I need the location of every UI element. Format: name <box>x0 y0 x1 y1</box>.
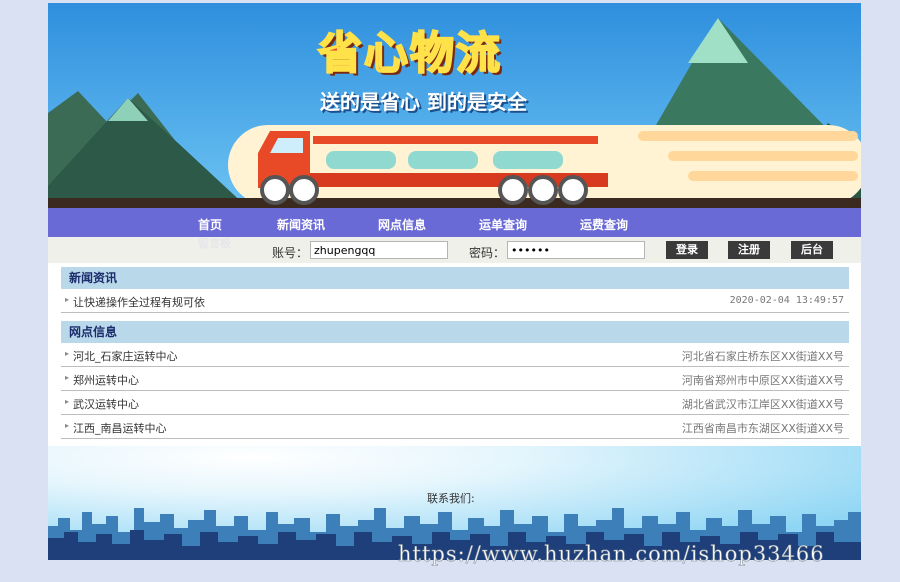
outlet-name[interactable]: 郑州运转中心 <box>73 372 139 388</box>
bullet-icon: ▸ <box>65 295 70 304</box>
outlet-item[interactable]: ▸ 江西_南昌运转中心 江西省南昌市东湖区XX街道XX号 <box>61 415 849 439</box>
page-container: 省心物流 送的是省心 到的是安全 首页 新闻资讯 网点信息 运单查询 运费查询 … <box>48 3 861 560</box>
news-heading: 新闻资讯 <box>61 267 849 289</box>
outlets-section: 网点信息 ▸ 河北_石家庄运转中心 河北省石家庄桥东区XX街道XX号 ▸ 郑州运… <box>61 321 849 439</box>
admin-button[interactable]: 后台 <box>791 241 833 259</box>
outlet-name[interactable]: 武汉运转中心 <box>73 396 139 412</box>
watermark-url: https://www.huzhan.com/ishop33466 <box>398 542 825 567</box>
bullet-icon: ▸ <box>65 349 70 358</box>
contact-label: 联系我们: <box>427 492 475 505</box>
outlet-item[interactable]: ▸ 河北_石家庄运转中心 河北省石家庄桥东区XX街道XX号 <box>61 343 849 367</box>
nav-home[interactable]: 首页 <box>198 216 222 233</box>
bullet-icon: ▸ <box>65 397 70 406</box>
password-label: 密码： <box>469 246 506 260</box>
nav-freight-query[interactable]: 运费查询 <box>580 216 628 233</box>
password-input[interactable] <box>507 241 645 259</box>
outlet-address: 湖北省武汉市江岸区XX街道XX号 <box>681 398 844 411</box>
banner-title: 省心物流 <box>317 27 502 80</box>
outlet-item[interactable]: ▸ 武汉运转中心 湖北省武汉市江岸区XX街道XX号 <box>61 391 849 415</box>
news-section: 新闻资讯 ▸ 让快递操作全过程有规可依 2020-02-04 13:49:57 <box>61 267 849 313</box>
news-title[interactable]: 让快递操作全过程有规可依 <box>73 294 205 310</box>
nav-outlets[interactable]: 网点信息 <box>378 216 426 233</box>
bullet-icon: ▸ <box>65 373 70 382</box>
nav-news[interactable]: 新闻资讯 <box>277 216 325 233</box>
outlet-address: 河南省郑州市中原区XX街道XX号 <box>681 374 844 387</box>
main-nav: 首页 新闻资讯 网点信息 运单查询 运费查询 <box>48 208 861 237</box>
outlet-item[interactable]: ▸ 郑州运转中心 河南省郑州市中原区XX街道XX号 <box>61 367 849 391</box>
login-bar: 账号： 密码： 登录 注册 后台 <box>48 237 861 263</box>
outlet-address: 江西省南昌市东湖区XX街道XX号 <box>681 422 844 435</box>
news-date: 2020-02-04 13:49:57 <box>729 295 844 306</box>
outlets-heading: 网点信息 <box>61 321 849 343</box>
header-banner: 省心物流 送的是省心 到的是安全 <box>48 3 861 208</box>
bullet-icon: ▸ <box>65 421 70 430</box>
account-label: 账号： <box>272 246 309 260</box>
nav-waybill-query[interactable]: 运单查询 <box>479 216 527 233</box>
nav-guestbook[interactable]: 留言板 <box>198 235 231 251</box>
outlet-name[interactable]: 江西_南昌运转中心 <box>73 420 167 436</box>
outlet-address: 河北省石家庄桥东区XX街道XX号 <box>681 350 844 363</box>
register-button[interactable]: 注册 <box>728 241 770 259</box>
news-item[interactable]: ▸ 让快递操作全过程有规可依 2020-02-04 13:49:57 <box>61 289 849 313</box>
outlet-name[interactable]: 河北_石家庄运转中心 <box>73 348 178 364</box>
account-input[interactable] <box>310 241 448 259</box>
banner-slogan: 送的是省心 到的是安全 <box>320 90 527 114</box>
login-button[interactable]: 登录 <box>666 241 708 259</box>
